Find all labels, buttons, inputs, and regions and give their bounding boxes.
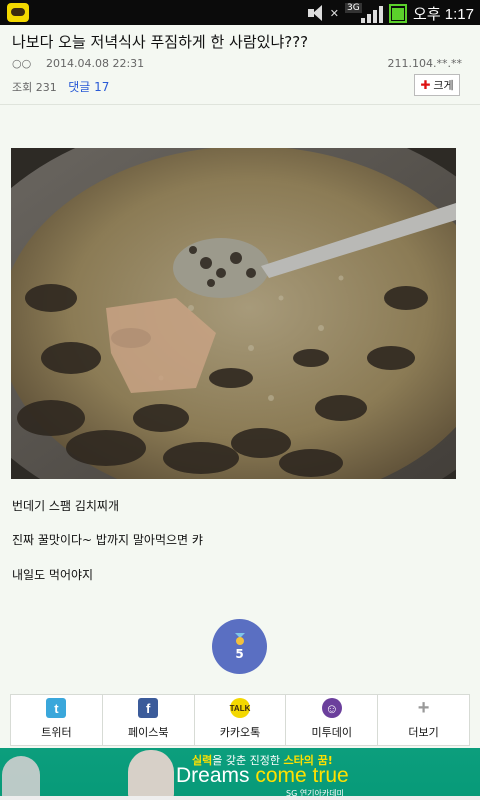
post-stats: 조회 231 댓글 17	[12, 78, 109, 95]
kakaotalk-icon: TALK	[230, 698, 250, 718]
post-meta: ○○ 2014.04.08 22:31 211.104.**.**	[12, 57, 468, 73]
facebook-icon: f	[138, 698, 159, 718]
share-more-button[interactable]: + 더보기	[378, 695, 469, 745]
medal-icon	[234, 632, 245, 645]
author-name[interactable]: ○○	[12, 57, 31, 70]
post-body-line: 내일도 먹어야지	[12, 568, 94, 582]
signal-icon: 3G	[345, 3, 384, 23]
share-twitter-button[interactable]: t 트위터	[11, 695, 103, 745]
speaker-muted-icon	[306, 3, 330, 23]
share-facebook-button[interactable]: f 페이스북	[103, 695, 195, 745]
ad-headline: Dreams come true	[176, 764, 349, 787]
me2day-icon: ☺	[321, 698, 342, 718]
battery-icon	[389, 3, 408, 23]
enlarge-text-button[interactable]: ✚ 크게	[414, 74, 460, 96]
share-me2day-button[interactable]: ☺ 미투데이	[286, 695, 379, 745]
ad-person-photo	[128, 750, 174, 800]
ad-banner[interactable]: 실력을 갖춘 진정한 스타의 꿈! Dreams come true SG 연기…	[0, 748, 480, 800]
clock: 오후 1:17	[413, 5, 474, 23]
stew-photo-illustration	[11, 148, 456, 479]
post-title: 나보다 오늘 저녁식사 푸짐하게 한 사람있냐???	[12, 33, 309, 51]
plus-icon: +	[417, 696, 430, 719]
post-body-line: 번데기 스팸 김치찌개	[12, 499, 119, 513]
recommend-button[interactable]: 5	[212, 619, 267, 674]
divider	[0, 796, 480, 800]
status-bar: ✕ 3G 오후 1:17	[0, 0, 480, 25]
post-datetime: 2014.04.08 22:31	[46, 57, 145, 70]
kakaotalk-notification-icon	[7, 3, 29, 22]
post-body-line: 진짜 꿀맛이다~ 밥까지 말아먹으면 캬	[12, 533, 203, 547]
hand-graphic	[2, 756, 40, 800]
view-count: 조회 231	[12, 81, 57, 94]
twitter-icon: t	[46, 698, 67, 718]
comment-count-link[interactable]: 댓글 17	[68, 80, 109, 94]
recommend-count: 5	[235, 646, 244, 661]
plus-icon: ✚	[420, 78, 431, 92]
post-photo[interactable]	[11, 148, 456, 479]
divider	[0, 104, 480, 105]
status-indicators: ✕ 3G 오후 1:17	[306, 2, 474, 24]
author-ip: 211.104.**.**	[387, 57, 462, 70]
share-bar: t 트위터 f 페이스북 TALK 카카오톡 ☺ 미투데이 + 더보기	[10, 694, 470, 746]
share-kakaotalk-button[interactable]: TALK 카카오톡	[195, 695, 287, 745]
